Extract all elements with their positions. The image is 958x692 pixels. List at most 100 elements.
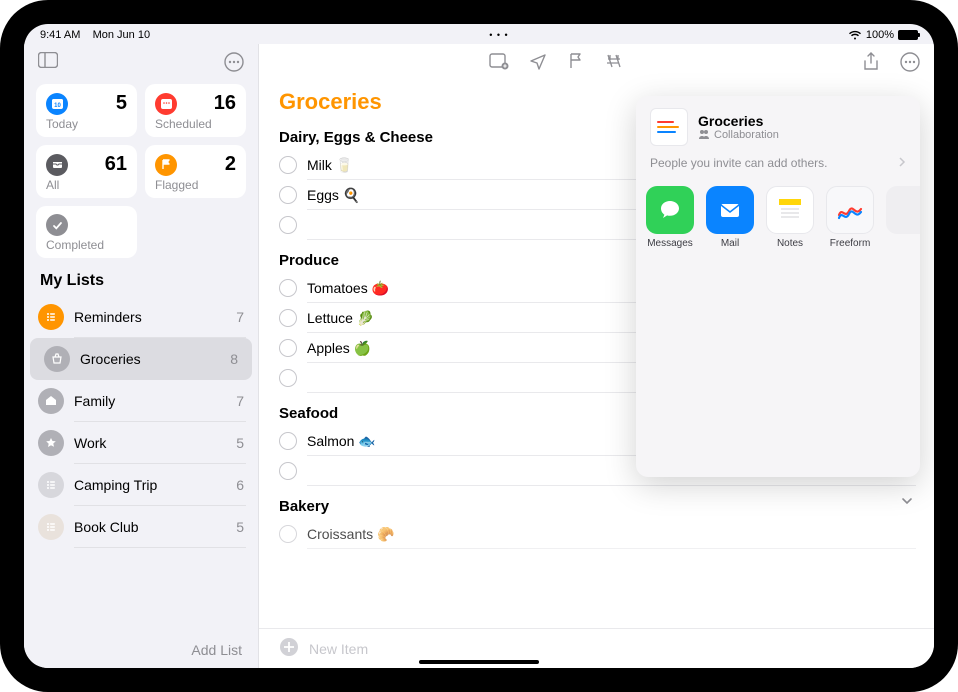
share-app-messages[interactable]: Messages [646, 186, 694, 249]
share-app-mail[interactable]: Mail [706, 186, 754, 249]
list-row-camping[interactable]: Camping Trip 6 [24, 464, 258, 506]
list-row-reminders[interactable]: Reminders 7 [24, 296, 258, 338]
new-reminder-button[interactable]: New Item [259, 628, 934, 668]
multitask-dots-icon[interactable]: • • • [489, 30, 508, 40]
smart-label: Completed [46, 238, 127, 252]
checkbox-circle[interactable] [279, 339, 297, 357]
app-icon [886, 186, 920, 234]
status-date: Mon Jun 10 [93, 29, 150, 41]
main-content: Groceries Dairy, Eggs & Cheese Milk 🥛 Eg… [259, 44, 934, 668]
checkbox-circle[interactable] [279, 186, 297, 204]
section-heading: Bakery [259, 486, 934, 519]
share-options-row[interactable]: People you invite can add others. [636, 154, 920, 178]
tray-icon [46, 154, 68, 176]
chevron-down-icon[interactable] [900, 494, 914, 513]
reminder-row[interactable]: Croissants 🥐 [259, 519, 934, 549]
checkbox-circle[interactable] [279, 279, 297, 297]
status-battery-pct: 100% [866, 29, 894, 41]
list-count: 8 [230, 351, 238, 367]
checkbox-circle[interactable] [279, 216, 297, 234]
more-icon[interactable] [900, 52, 920, 77]
more-options-icon[interactable] [224, 52, 244, 72]
add-list-button[interactable]: Add List [24, 632, 258, 668]
my-lists-heading: My Lists [24, 258, 258, 296]
share-app-more[interactable] [886, 186, 920, 249]
reminder-text: Eggs 🍳 [307, 187, 360, 204]
list-row-work[interactable]: Work 5 [24, 422, 258, 464]
share-icon[interactable] [862, 52, 880, 77]
checkbox-circle[interactable] [279, 462, 297, 480]
smart-count: 16 [214, 92, 236, 115]
list-label: Camping Trip [74, 477, 226, 493]
list-count: 7 [236, 393, 244, 409]
basket-icon [44, 346, 70, 372]
smart-label: Today [46, 117, 127, 131]
mail-icon [706, 186, 754, 234]
share-thumbnail-icon [650, 108, 688, 146]
reminder-text: Apples 🍏 [307, 340, 371, 357]
list-row-groceries[interactable]: Groceries 8 [30, 338, 252, 380]
smart-count: 5 [116, 92, 127, 115]
list-label: Book Club [74, 519, 226, 535]
new-item-label: New Item [309, 641, 368, 657]
checkbox-circle[interactable] [279, 369, 297, 387]
location-icon[interactable] [529, 52, 547, 77]
flag-icon[interactable] [567, 52, 585, 77]
reminder-text: Salmon 🐟 [307, 433, 376, 450]
calendar-icon: 10 [46, 93, 68, 115]
list-bullet-icon [38, 514, 64, 540]
share-app-freeform[interactable]: Freeform [826, 186, 874, 249]
smart-list-flagged[interactable]: 2 Flagged [145, 145, 246, 198]
list-label: Family [74, 393, 226, 409]
reminder-text: Milk 🥛 [307, 157, 353, 174]
checkbox-circle[interactable] [279, 432, 297, 450]
share-app-label: Mail [721, 238, 739, 249]
list-row-family[interactable]: Family 7 [24, 380, 258, 422]
smart-label: Flagged [155, 178, 236, 192]
house-icon [38, 388, 64, 414]
smart-list-scheduled[interactable]: 16 Scheduled [145, 84, 246, 137]
smart-count: 61 [105, 153, 127, 176]
smart-list-all[interactable]: 61 All [36, 145, 137, 198]
home-indicator[interactable] [419, 660, 539, 664]
reminder-text: Lettuce 🥬 [307, 310, 374, 327]
smart-list-completed[interactable]: Completed [36, 206, 137, 258]
list-bullet-icon [38, 304, 64, 330]
sidebar-toggle-icon[interactable] [38, 52, 58, 72]
smart-label: Scheduled [155, 117, 236, 131]
smart-count: 2 [225, 153, 236, 176]
list-label: Work [74, 435, 226, 451]
share-app-label: Messages [647, 238, 693, 249]
checkmark-icon [46, 214, 68, 236]
share-app-label: Notes [777, 238, 803, 249]
share-note-text: People you invite can add others. [650, 156, 827, 170]
list-label: Groceries [80, 351, 220, 367]
reminder-text: Tomatoes 🍅 [307, 280, 389, 297]
smart-label: All [46, 178, 127, 192]
share-subtitle: Collaboration [714, 129, 779, 141]
list-count: 6 [236, 477, 244, 493]
list-count: 7 [236, 309, 244, 325]
share-app-notes[interactable]: Notes [766, 186, 814, 249]
flag-icon [155, 154, 177, 176]
list-label: Reminders [74, 309, 226, 325]
list-count: 5 [236, 519, 244, 535]
smart-list-today[interactable]: 10 5 Today [36, 84, 137, 137]
checkbox-circle[interactable] [279, 309, 297, 327]
tag-icon[interactable] [605, 52, 623, 77]
calendar-badge-icon[interactable] [489, 52, 509, 77]
share-sheet: Groceries Collaboration People you invit… [636, 96, 920, 477]
status-time: 9:41 AM [40, 29, 80, 41]
people-icon [698, 129, 710, 142]
share-app-label: Freeform [830, 238, 871, 249]
chevron-right-icon [898, 156, 906, 170]
plus-circle-icon [279, 637, 299, 660]
reminder-text: Croissants 🥐 [307, 526, 394, 543]
checkbox-circle[interactable] [279, 156, 297, 174]
sidebar: 10 5 Today 16 Scheduled [24, 44, 259, 668]
star-icon [38, 430, 64, 456]
checkbox-circle[interactable] [279, 525, 297, 543]
wifi-icon [848, 30, 862, 40]
list-row-book-club[interactable]: Book Club 5 [24, 506, 258, 548]
status-bar: 9:41 AM Mon Jun 10 • • • 100% [24, 24, 934, 44]
